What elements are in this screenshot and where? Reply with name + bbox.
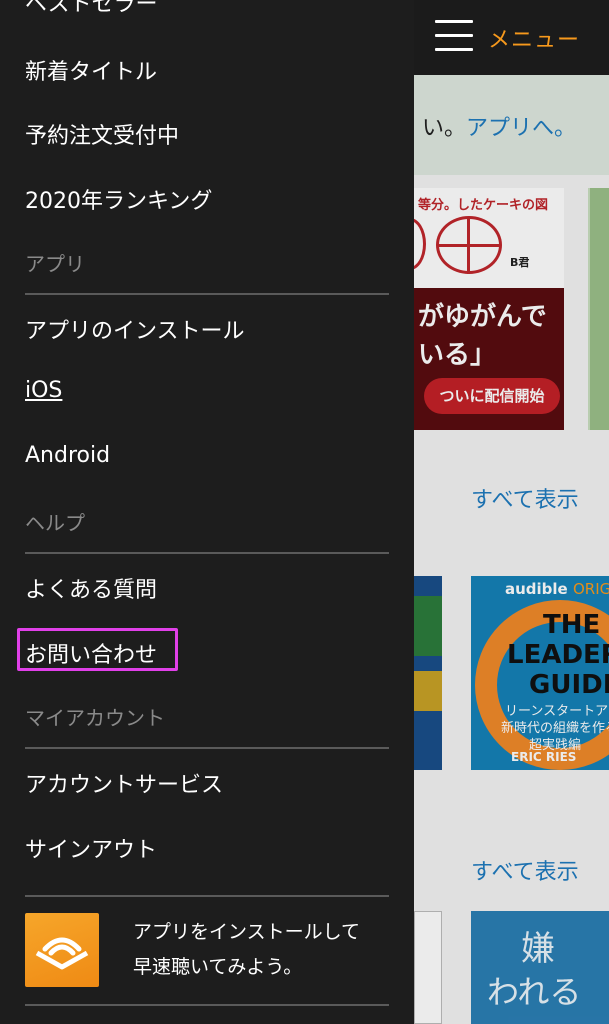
menu-item-contact[interactable]: お問い合わせ	[25, 637, 157, 669]
menu-item-bestseller[interactable]: ベストセラー	[25, 0, 157, 18]
menu-item-preorder[interactable]: 予約注文受付中	[25, 118, 179, 150]
menu-item-account-service[interactable]: アカウントサービス	[25, 767, 223, 799]
section-header-help: ヘルプ	[25, 511, 85, 535]
divider	[25, 293, 389, 295]
divider	[25, 895, 389, 897]
menu-item-ranking-2020[interactable]: 2020年ランキング	[25, 183, 212, 215]
screen: メニュー い。アプリへ。 等分。したケーキの図 B君 がゆがんで いる」 ついに…	[0, 0, 609, 1024]
install-promo-line2[interactable]: 早速聴いてみよう。	[133, 952, 302, 979]
menu-item-new-titles[interactable]: 新着タイトル	[25, 54, 157, 86]
menu-item-faq[interactable]: よくある質問	[25, 572, 157, 604]
overlay-shade[interactable]	[414, 75, 609, 1024]
section-header-app: アプリ	[25, 252, 85, 276]
audible-app-icon[interactable]	[25, 913, 99, 987]
divider	[25, 1004, 389, 1006]
menu-label[interactable]: メニュー	[488, 22, 580, 54]
divider	[25, 552, 389, 554]
menu-item-android[interactable]: Android	[25, 443, 110, 468]
install-promo-line1[interactable]: アプリをインストールして	[133, 917, 360, 944]
section-header-account: マイアカウント	[25, 706, 165, 730]
hamburger-menu-icon[interactable]	[435, 20, 473, 52]
side-drawer: ベストセラー 新着タイトル 予約注文受付中 2020年ランキング アプリ アプリ…	[0, 0, 414, 1024]
menu-item-ios[interactable]: iOS	[25, 378, 62, 403]
divider	[25, 747, 389, 749]
menu-item-app-install[interactable]: アプリのインストール	[25, 313, 245, 345]
menu-item-sign-out[interactable]: サインアウト	[25, 832, 157, 864]
